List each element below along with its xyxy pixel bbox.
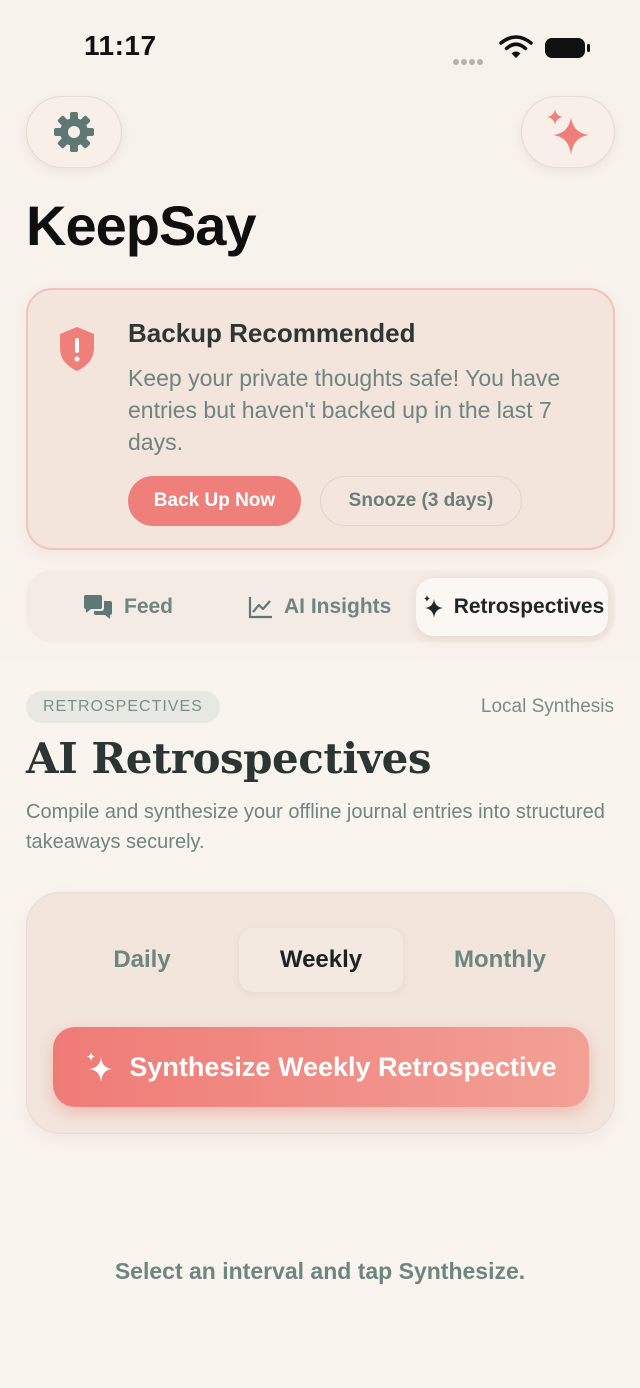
sparkles-icon: [423, 595, 443, 618]
tab-bar: Feed AI Insights Retrospectives: [26, 570, 615, 642]
backup-card: Backup Recommended Keep your private tho…: [26, 288, 615, 550]
synthesize-button[interactable]: Synthesize Weekly Retrospective: [53, 1027, 589, 1107]
section-title: AI Retrospectives: [26, 734, 431, 783]
interval-monthly[interactable]: Monthly: [433, 928, 567, 992]
sparkles-icon: [87, 1052, 113, 1082]
tab-feed-label: Feed: [124, 595, 174, 618]
chart-line-icon: [248, 597, 272, 619]
tab-retrospectives[interactable]: Retrospectives: [416, 578, 608, 636]
gear-icon: [54, 112, 94, 152]
synthesis-card: Daily Weekly Monthly Synthesize Weekly R…: [26, 892, 615, 1134]
signal-icon: [453, 52, 489, 65]
section-subtitle: Compile and synthesize your offline jour…: [26, 801, 605, 853]
tab-ai-insights[interactable]: AI Insights: [248, 578, 391, 636]
tab-retrospectives-label: Retrospectives: [453, 595, 605, 618]
wifi-icon: [499, 35, 533, 58]
tab-ai-insights-label: AI Insights: [284, 595, 392, 618]
tab-feed[interactable]: Feed: [82, 578, 173, 636]
sparkles-icon: [547, 109, 589, 155]
local-synthesis-tag: Local Synthesis: [480, 696, 614, 717]
backup-message: Keep your private thoughts safe! You hav…: [128, 365, 561, 455]
section-badge: RETROSPECTIVES: [26, 691, 220, 723]
app-title: KeepSay: [26, 194, 257, 257]
status-time: 11:17: [84, 30, 157, 61]
back-up-now-button[interactable]: Back Up Now: [128, 476, 301, 526]
backup-title: Backup Recommended: [128, 318, 416, 348]
snooze-button[interactable]: Snooze (3 days): [320, 476, 522, 526]
battery-icon: [545, 38, 590, 58]
settings-button[interactable]: [26, 96, 122, 168]
status-bar: 11:17: [0, 0, 640, 90]
shield-alert-icon: [60, 327, 94, 371]
interval-weekly[interactable]: Weekly: [239, 928, 403, 992]
empty-state-hint: Select an interval and tap Synthesize.: [114, 1258, 526, 1284]
synthesize-button-label: Synthesize Weekly Retrospective: [129, 1051, 557, 1082]
chat-bubbles-icon: [84, 595, 112, 619]
ai-sparkle-button[interactable]: [521, 96, 615, 168]
interval-daily[interactable]: Daily: [87, 928, 197, 992]
